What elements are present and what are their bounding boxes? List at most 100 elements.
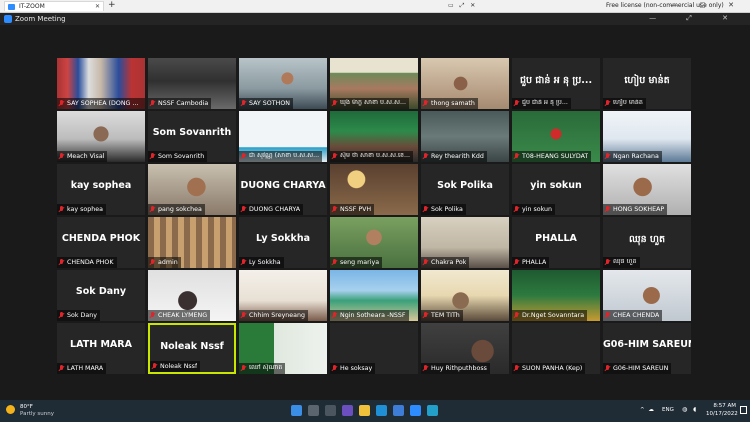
participant-tile[interactable]: HONG SOKHEAP	[603, 164, 691, 215]
participant-label-text: ហៀប មាន់ត	[613, 99, 643, 106]
participant-tile[interactable]: Rey thearith Kdd	[421, 111, 509, 162]
windows-start-icon[interactable]	[291, 405, 302, 416]
participant-tile[interactable]: Noleak Nssf Noleak Nssf	[148, 323, 236, 374]
chat-icon[interactable]	[342, 405, 353, 416]
participant-tile[interactable]: Ngin Sotheara -NSSF	[330, 270, 418, 321]
notification-icon[interactable]	[740, 406, 747, 414]
muted-microphone-icon	[59, 365, 64, 372]
store-icon[interactable]	[393, 405, 404, 416]
muted-microphone-icon	[59, 100, 64, 107]
participant-tile[interactable]: Sok Dany Sok Dany	[57, 270, 145, 321]
participant-tile[interactable]: Dr.Nget Sovanntara	[512, 270, 600, 321]
participant-tile[interactable]: thong samath	[421, 58, 509, 109]
participant-tile[interactable]: Chhim Sreyneang	[239, 270, 327, 321]
muted-microphone-icon	[514, 259, 519, 266]
participant-tile[interactable]: DUONG CHARYA DUONG CHARYA	[239, 164, 327, 215]
participant-tile[interactable]: SUON PANHA (Kep)	[512, 323, 600, 374]
participant-name-label: CHENDA PHOK	[57, 257, 117, 268]
muted-microphone-icon	[150, 206, 155, 213]
participant-tile[interactable]: seng mariya	[330, 217, 418, 268]
participant-name-label: ឈៅ ស៊ីណាត	[239, 363, 286, 374]
close-tab-icon[interactable]: ✕	[95, 2, 100, 12]
browser-tab[interactable]: IT-ZOOM ✕	[4, 1, 104, 11]
task-view-icon[interactable]	[325, 405, 336, 416]
participant-tile[interactable]: LATH MARA LATH MARA	[57, 323, 145, 374]
zoom-window-controls[interactable]: — ⤢ ✕	[649, 14, 742, 23]
participant-tile[interactable]: Som Sovanrith Som Sovanrith	[148, 111, 236, 162]
participant-tile[interactable]: CHENDA PHOK CHENDA PHOK	[57, 217, 145, 268]
participant-tile[interactable]: ឈុន ហួត ឈុន ហួត	[603, 217, 691, 268]
muted-microphone-icon	[423, 206, 428, 213]
participant-tile[interactable]: pang sokchea	[148, 164, 236, 215]
participant-tile[interactable]: Sok Polika Sok Polika	[421, 164, 509, 215]
participant-label-text: ជា សុវណ្ណ (សាខា ប.ស.ស...	[249, 152, 320, 159]
participant-tile[interactable]: SAY SOPHEA (DONG K...	[57, 58, 145, 109]
participant-name-label: Chakra Pok	[421, 257, 470, 268]
participant-tile[interactable]: ជា សុវណ្ណ (សាខា ប.ស.ស...	[239, 111, 327, 162]
language-indicator[interactable]: ENG	[662, 407, 674, 413]
participant-tile[interactable]: PHALLA PHALLA	[512, 217, 600, 268]
participant-label-text: yin sokun	[522, 206, 553, 213]
participant-tile[interactable]: NSSF PVH	[330, 164, 418, 215]
participant-tile[interactable]: Meach Visal	[57, 111, 145, 162]
participant-tile[interactable]: yin sokun yin sokun	[512, 164, 600, 215]
muted-microphone-icon	[605, 100, 610, 107]
participant-name-label: ជួប ជាន់ អ នុ ប្រ...	[512, 98, 571, 109]
participant-tile[interactable]: ឈៅ ស៊ីណាត	[239, 323, 327, 374]
windows-taskbar: 80°F Partly sunny ^ ☁ ENG ◍ ◖ 8:57 AM 10…	[0, 400, 750, 422]
participant-label-text: G06-HIM SAREUN	[613, 365, 669, 372]
tab-title: IT-ZOOM	[19, 3, 45, 10]
participant-tile[interactable]: ស៊ីម ថា សាខា ប.ស.ស.ខេ...	[330, 111, 418, 162]
participant-label-text: TEM TITh	[431, 312, 460, 319]
participant-display-name: Ly Sokkha	[255, 233, 311, 244]
participant-tile[interactable]: CHEAK LYMENG	[148, 270, 236, 321]
participant-name-label: ស៊ីម ថា សាខា ប.ស.ស.ខេ...	[330, 151, 413, 162]
clock-date[interactable]: 10/17/2022	[706, 411, 738, 417]
participant-label-text: kay sophea	[67, 206, 103, 213]
participant-name-label: LATH MARA	[57, 363, 107, 374]
participant-name-label: SAY SOTHON	[239, 98, 293, 109]
participant-tile[interactable]: Chakra Pok	[421, 217, 509, 268]
participant-tile[interactable]: kay sophea kay sophea	[57, 164, 145, 215]
participant-display-name: Som Sovanrith	[152, 127, 232, 138]
edge-browser-icon[interactable]	[376, 405, 387, 416]
participant-tile[interactable]: He soksay	[330, 323, 418, 374]
participant-tile[interactable]: ជួប ជាន់ អ នុ ប្រ... ជួប ជាន់ អ នុ ប្រ...	[512, 58, 600, 109]
participant-name-label: Som Sovanrith	[148, 151, 208, 162]
participant-tile[interactable]: ហៀប មាន់ត ហៀប មាន់ត	[603, 58, 691, 109]
muted-microphone-icon	[150, 100, 155, 107]
participant-name-label: ឈុន ហួត	[603, 257, 640, 268]
new-tab-icon[interactable]: +	[108, 0, 116, 11]
participant-name-label: SAY SOPHEA (DONG K...	[57, 98, 145, 109]
muted-microphone-icon	[59, 259, 64, 266]
participant-tile[interactable]: ឃុង ម៉ាក្ល សាខា ប.ស.ស...	[330, 58, 418, 109]
remote-toolbar-icons[interactable]: ▭ ⤢ ✕	[448, 2, 477, 10]
participant-tile[interactable]: Huy Rithputhboss	[421, 323, 509, 374]
participant-tile[interactable]: NSSF Cambodia	[148, 58, 236, 109]
tray-overflow-icon[interactable]: ^ ☁	[640, 407, 655, 413]
participant-tile[interactable]: TEM TITh	[421, 270, 509, 321]
participant-label-text: thong samath	[431, 100, 475, 107]
file-explorer-icon[interactable]	[359, 405, 370, 416]
muted-microphone-icon	[241, 365, 246, 372]
participant-name-label: yin sokun	[512, 204, 556, 215]
participant-tile[interactable]: G06-HIM SAREUN G06-HIM SAREUN	[603, 323, 691, 374]
participant-tile[interactable]: SAY SOTHON	[239, 58, 327, 109]
participant-tile[interactable]: T08-HEANG SULYDAT	[512, 111, 600, 162]
participant-name-label: ឃុង ម៉ាក្ល សាខា ប.ស.ស...	[330, 98, 409, 109]
network-volume-icons[interactable]: ◍ ◖	[682, 406, 698, 413]
participant-label-text: Rey thearith Kdd	[431, 153, 484, 160]
participant-label-text: Sok Polika	[431, 206, 463, 213]
participant-tile[interactable]: Ngan Rachana	[603, 111, 691, 162]
search-icon[interactable]	[308, 405, 319, 416]
participant-tile[interactable]: Ly Sokkha Ly Sokkha	[239, 217, 327, 268]
muted-microphone-icon	[150, 153, 155, 160]
clock-time[interactable]: 8:57 AM	[712, 403, 736, 409]
browser-window-controls[interactable]: — ▢ ✕	[670, 1, 744, 9]
participant-label-text: Huy Rithputhboss	[431, 365, 487, 372]
zoom-app-icon[interactable]	[410, 405, 421, 416]
participant-tile[interactable]: CHEA CHENDA	[603, 270, 691, 321]
remote-app-icon[interactable]	[427, 405, 438, 416]
participant-tile[interactable]: admin	[148, 217, 236, 268]
participant-label-text: admin	[158, 259, 178, 266]
